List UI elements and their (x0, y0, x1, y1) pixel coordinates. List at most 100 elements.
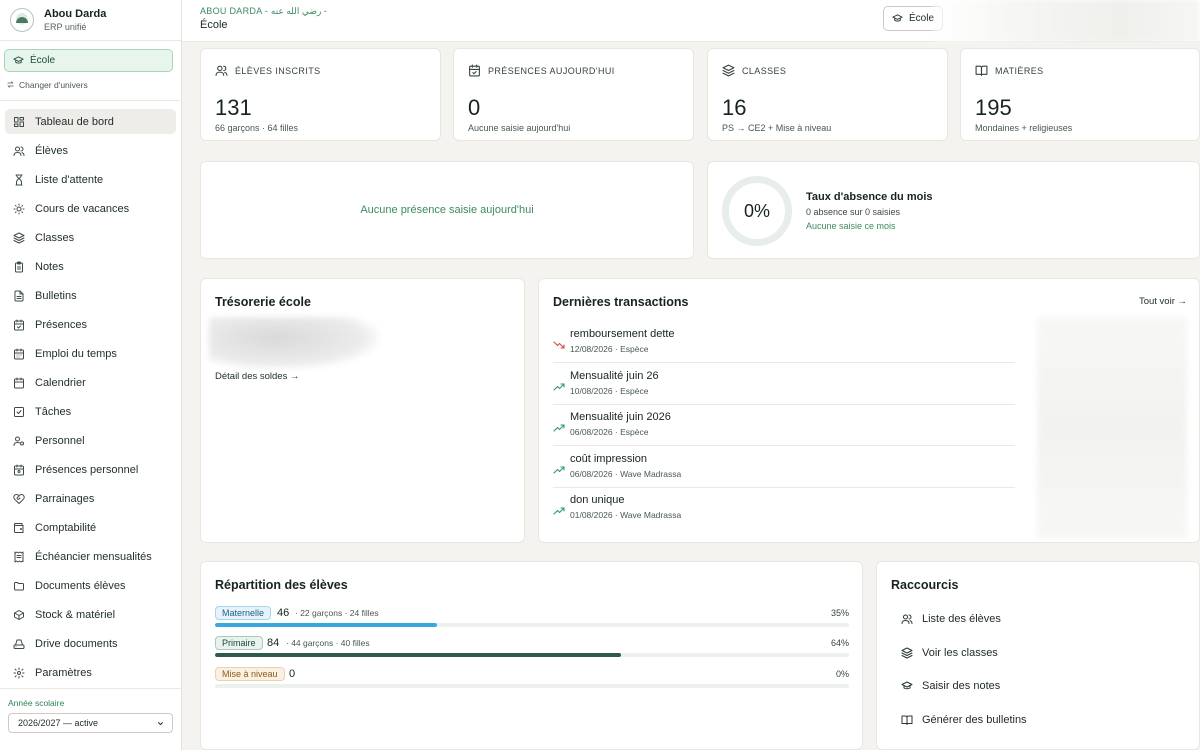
univers-selector[interactable]: École (4, 49, 173, 72)
drive-icon (13, 638, 25, 650)
wallet-icon (13, 522, 25, 534)
sidebar-item-label: Bulletins (35, 289, 77, 302)
transaction-row[interactable]: Mensualité juin 26 10/08/2026 · Espèce (553, 367, 1015, 405)
sidebar-item-cours-de-vacances[interactable]: Cours de vacances (5, 196, 176, 221)
sidebar-item-notes[interactable]: Notes (5, 254, 176, 279)
shortcut-label: Voir les classes (922, 646, 998, 659)
hourglass-icon (13, 174, 25, 186)
detail-soldes-link[interactable]: Détail des soldes → (215, 371, 299, 382)
sidebar-item-label: Tâches (35, 405, 72, 418)
transaction-meta: 06/08/2026 · Espèce (570, 427, 649, 437)
transaction-row[interactable]: coût impression 06/08/2026 · Wave Madrass… (553, 450, 1015, 488)
stat-header: ÉLÈVES INSCRITS (215, 64, 321, 77)
box-icon (13, 609, 25, 621)
folder-icon (13, 580, 25, 592)
school-year-section: Année scolaire 2026/2027 — active (0, 688, 181, 750)
sidebar-item-liste-d-attente[interactable]: Liste d'attente (5, 167, 176, 192)
breadcrumb[interactable]: ABOU DARDA - رضي الله عنه - (200, 6, 327, 17)
sidebar-item-presences-personnel[interactable]: Présences personnel (5, 457, 176, 482)
level-progress-fill (215, 653, 621, 657)
repartition-row-mise-a-niveau: Mise à niveau 0 0% (215, 667, 849, 697)
univers-label: École (30, 55, 56, 66)
transaction-name: coût impression (570, 452, 648, 465)
transaction-row[interactable]: Mensualité juin 2026 06/08/2026 · Espèce (553, 408, 1015, 446)
clipboard-icon (13, 261, 25, 273)
sidebar-item-emploi-du-temps[interactable]: Emploi du temps (5, 341, 176, 366)
swap-icon (6, 80, 15, 89)
changer-univers-link[interactable]: Changer d'univers (0, 72, 181, 92)
sidebar-item-calendrier[interactable]: Calendrier (5, 370, 176, 395)
sidebar-item-stock-materiel[interactable]: Stock & matériel (5, 602, 176, 627)
sidebar-item-personnel[interactable]: Personnel (5, 428, 176, 453)
school-logo (10, 8, 34, 32)
sidebar-item-drive-documents[interactable]: Drive documents (5, 631, 176, 656)
dashboard-icon (13, 116, 25, 128)
brand[interactable]: Abou Darda ERP unifié (0, 0, 181, 41)
layers-icon (722, 64, 735, 77)
transaction-meta: 12/08/2026 · Espèce (570, 344, 649, 354)
transaction-row[interactable]: remboursement dette 12/08/2026 · Espèce (553, 325, 1015, 363)
transaction-name: don unique (570, 494, 625, 506)
receipt-icon (13, 551, 25, 563)
sidebar-item-label: Documents élèves (35, 579, 126, 592)
raccourcis-title: Raccourcis (891, 578, 959, 592)
sidebar-item-label: Drive documents (35, 637, 118, 650)
sidebar-item-taches[interactable]: Tâches (5, 399, 176, 424)
level-badge: Primaire (215, 636, 263, 650)
shortcut-generer-des-bulletins[interactable]: Générer des bulletins (901, 714, 1027, 726)
sidebar-item-parametres[interactable]: Paramètres (5, 660, 176, 685)
sidebar-item-label: Élèves (35, 144, 69, 157)
absence-subtitle: 0 absence sur 0 saisies (806, 207, 901, 217)
shortcut-saisir-des-notes[interactable]: Saisir des notes (901, 680, 1000, 692)
stat-value: 16 (722, 95, 747, 120)
sidebar-item-echeancier-mensualites[interactable]: Échéancier mensualités (5, 544, 176, 569)
stat-label: PRÉSENCES AUJOURD'HUI (488, 65, 615, 76)
file-icon (13, 290, 25, 302)
stat-card-classes: CLASSES 16 PS → CE2 + Mise à niveau (707, 48, 948, 141)
sidebar-item-eleves[interactable]: Élèves (5, 138, 176, 163)
sidebar-item-classes[interactable]: Classes (5, 225, 176, 250)
sidebar-item-parrainages[interactable]: Parrainages (5, 486, 176, 511)
stat-label: CLASSES (742, 65, 787, 76)
sidebar-item-documents-eleves[interactable]: Documents élèves (5, 573, 176, 598)
repartition-row-primaire: Primaire 84 · 44 garçons · 40 filles 64% (215, 636, 849, 666)
sidebar-item-comptabilite[interactable]: Comptabilité (5, 515, 176, 540)
users-icon (215, 64, 228, 77)
presence-empty-message: Aucune présence saisie aujourd'hui (360, 204, 534, 216)
redacted-amounts (1037, 317, 1187, 539)
shortcut-voir-les-classes[interactable]: Voir les classes (901, 647, 998, 659)
tout-voir-link[interactable]: Tout voir → (1139, 296, 1187, 307)
raccourcis-card: Raccourcis Liste des élèves Voir les clas… (876, 561, 1200, 750)
school-year-value: 2026/2027 — active (18, 718, 99, 728)
graduation-cap-icon (901, 680, 913, 692)
stat-value: 195 (975, 95, 1012, 120)
level-badge: Mise à niveau (215, 667, 285, 681)
repartition-title: Répartition des élèves (215, 578, 348, 592)
transaction-row[interactable]: don unique 01/08/2026 · Wave Madrassa (553, 491, 1015, 529)
sidebar-item-tableau-de-bord[interactable]: Tableau de bord (5, 109, 176, 134)
transaction-name: remboursement dette (570, 328, 675, 340)
absence-title: Taux d'absence du mois (806, 191, 933, 203)
trend-up-icon (553, 422, 565, 434)
stat-header: CLASSES (722, 64, 786, 77)
sidebar-item-label: Stock & matériel (35, 608, 116, 621)
sidebar-item-label: Paramètres (35, 666, 92, 679)
absence-rate-ring: 0% (722, 176, 792, 246)
calendar-user-icon (13, 464, 25, 476)
stat-header: MATIÈRES (975, 64, 1044, 77)
trend-down-icon (553, 339, 565, 351)
stat-value: 131 (215, 95, 252, 120)
chevron-down-icon (156, 719, 165, 728)
graduation-cap-icon (13, 55, 24, 66)
sidebar-item-bulletins[interactable]: Bulletins (5, 283, 176, 308)
stat-card-eleves-inscrits: ÉLÈVES INSCRITS 131 66 garçons · 64 filles (200, 48, 441, 141)
stat-header: PRÉSENCES AUJOURD'HUI (468, 64, 615, 77)
absence-rate-value: 0% (743, 200, 770, 221)
heart-handshake-icon (13, 493, 25, 505)
sidebar-item-label: Parrainages (35, 492, 95, 505)
sidebar-item-presences[interactable]: Présences (5, 312, 176, 337)
school-switch-label: École (909, 13, 935, 24)
school-year-select[interactable]: 2026/2027 — active (8, 713, 173, 733)
transaction-meta: 01/08/2026 · Wave Madrassa (570, 510, 682, 520)
shortcut-liste-des-eleves[interactable]: Liste des élèves (901, 613, 1001, 625)
